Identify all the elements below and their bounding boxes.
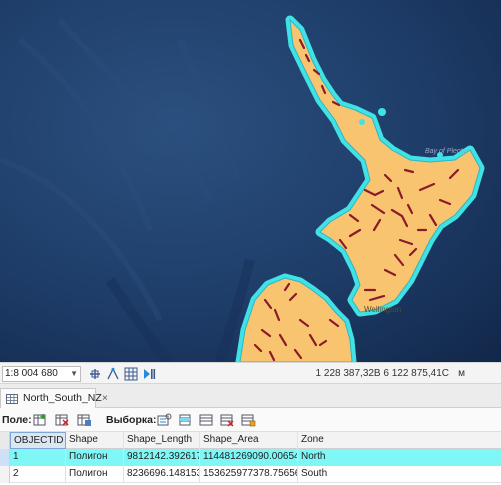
table-row[interactable]: 1 Полигон 9812142.392617 114481269090.00…: [0, 449, 501, 466]
select-by-attributes-icon[interactable]: [157, 413, 172, 427]
wellington-label: Wellington: [364, 305, 402, 314]
add-field-icon[interactable]: [33, 413, 48, 427]
selection-label: Выборка:: [106, 414, 157, 426]
island: [359, 119, 365, 125]
scale-value: 1:8 004 680: [5, 368, 58, 379]
cell-shape-area[interactable]: 153625977378.756561: [200, 466, 298, 483]
chevron-down-icon: ▼: [70, 369, 78, 378]
cell-shape[interactable]: Полигон: [66, 466, 124, 483]
tab-north-south-nz[interactable]: North_South_NZ: [0, 388, 102, 408]
coordinate-units: м: [458, 368, 465, 379]
select-all-corner[interactable]: [0, 432, 10, 449]
calculate-field-icon[interactable]: [77, 413, 92, 427]
table-toolbar: Поле: Выборка:: [0, 408, 501, 432]
cell-shape-length[interactable]: 9812142.392617: [124, 449, 200, 466]
cell-zone[interactable]: North: [298, 449, 501, 466]
table-row[interactable]: 2 Полигон 8236696.148153 153625977378.75…: [0, 466, 501, 483]
cell-objectid[interactable]: 1: [10, 449, 66, 466]
tab-title: North_South_NZ: [23, 392, 102, 404]
pause-drawing-icon[interactable]: [142, 367, 156, 381]
attribute-table: OBJECTID Shape Shape_Length Shape_Area Z…: [0, 432, 501, 485]
snap-icon[interactable]: [106, 367, 120, 381]
cell-zone[interactable]: South: [298, 466, 501, 483]
cell-shape-length[interactable]: 8236696.148153: [124, 466, 200, 483]
column-header-zone[interactable]: Zone: [298, 432, 501, 449]
basemap: [0, 0, 501, 362]
cursor-coordinates: 1 228 387,32В 6 122 875,41С: [315, 368, 449, 379]
map-view[interactable]: Bay of Plenty Wellington: [0, 0, 501, 362]
column-header-shape-area[interactable]: Shape_Area: [200, 432, 298, 449]
table-tab-strip: North_South_NZ ×: [0, 384, 501, 408]
island: [378, 108, 386, 116]
cell-shape[interactable]: Полигон: [66, 449, 124, 466]
column-header-shape-length[interactable]: Shape_Length: [124, 432, 200, 449]
island: [437, 152, 443, 158]
clear-selection-icon[interactable]: [220, 413, 235, 427]
zoom-to-selection-icon[interactable]: [179, 413, 194, 427]
table-header-row: OBJECTID Shape Shape_Length Shape_Area Z…: [0, 432, 501, 449]
delete-selected-icon[interactable]: [241, 413, 256, 427]
cell-objectid[interactable]: 2: [10, 466, 66, 483]
column-header-shape[interactable]: Shape: [66, 432, 124, 449]
column-header-objectid[interactable]: OBJECTID: [10, 432, 66, 449]
switch-selection-icon[interactable]: [199, 413, 214, 427]
field-label: Поле:: [2, 414, 32, 426]
scale-dropdown[interactable]: 1:8 004 680 ▼: [2, 366, 81, 382]
fixed-zoom-icon[interactable]: [88, 367, 102, 381]
row-selector[interactable]: [0, 449, 10, 466]
map-status-bar: 1:8 004 680 ▼ 1 228 387,32В 6 122 875,41…: [0, 362, 501, 384]
close-tab-icon[interactable]: ×: [102, 393, 108, 404]
cell-shape-area[interactable]: 114481269090.006546: [200, 449, 298, 466]
delete-field-icon[interactable]: [55, 413, 70, 427]
row-selector[interactable]: [0, 466, 10, 483]
table-icon: [6, 394, 18, 404]
grid-icon[interactable]: [124, 367, 138, 381]
